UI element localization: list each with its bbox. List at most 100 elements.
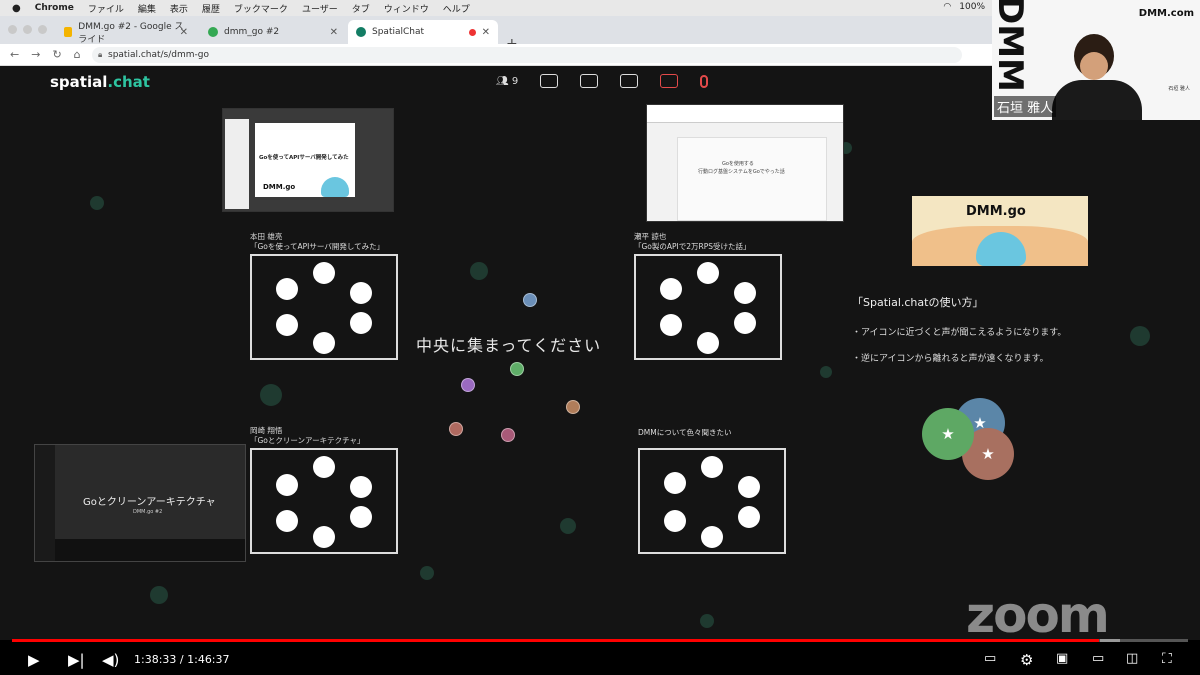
participant-avatar[interactable] — [523, 293, 537, 307]
seat[interactable] — [350, 476, 372, 498]
menu-app[interactable]: Chrome — [35, 3, 74, 13]
seat[interactable] — [313, 262, 335, 284]
video-progress-bar[interactable] — [12, 639, 1188, 642]
media-icon[interactable] — [580, 74, 599, 88]
gopher-icon — [321, 177, 349, 197]
seat[interactable] — [701, 526, 723, 548]
close-tab-icon[interactable]: ✕ — [482, 27, 490, 38]
room-honda[interactable] — [250, 254, 398, 360]
seat[interactable] — [276, 278, 298, 300]
slides-icon — [64, 27, 73, 37]
participant-avatar[interactable] — [501, 428, 515, 442]
spatial-space[interactable]: spatial.chat 👥︎ 9 Goを使ってAPIサーバ開発してみた DMM… — [0, 66, 1200, 640]
settings-icon[interactable]: ⚙ — [1020, 651, 1033, 669]
seat[interactable] — [701, 456, 723, 478]
miniplayer-icon[interactable]: ▣ — [1056, 651, 1068, 666]
shared-screen-slides[interactable]: Goを使ってAPIサーバ開発してみた DMM.go — [222, 108, 394, 212]
star-avatar-icon[interactable]: ★ — [922, 408, 974, 460]
background-dot — [420, 566, 434, 580]
brand-vertical: DMM — [992, 0, 1030, 92]
menu-edit[interactable]: 編集 — [138, 2, 156, 15]
menu-bookmarks[interactable]: ブックマーク — [234, 2, 288, 15]
howto-line-1: ・アイコンに近づくと声が聞こえるようになります。 — [852, 328, 1067, 338]
back-icon[interactable]: ← — [10, 48, 19, 61]
tab-slides[interactable]: DMM.go #2 - Google スライド ✕ — [56, 20, 196, 45]
seat[interactable] — [697, 262, 719, 284]
background-dot — [470, 262, 488, 280]
play-icon[interactable]: ▶ — [28, 651, 40, 669]
banner-text: DMM.go — [966, 204, 1026, 219]
room-dmm-qa[interactable] — [638, 448, 786, 554]
forward-icon[interactable]: → — [31, 48, 40, 61]
seat[interactable] — [313, 526, 335, 548]
slide-title: Goとクリーンアーキテクチャ — [83, 497, 216, 508]
tab-spatialchat[interactable]: SpatialChat ✕ — [348, 20, 498, 44]
duration: 1:46:37 — [187, 653, 230, 666]
background-dot — [1130, 326, 1150, 346]
menu-window[interactable]: ウィンドウ — [384, 2, 429, 15]
seat[interactable] — [313, 456, 335, 478]
menu-help[interactable]: ヘルプ — [443, 2, 470, 15]
close-window-button[interactable] — [8, 25, 17, 34]
home-icon[interactable]: ⌂ — [74, 48, 81, 61]
screen-share-icon[interactable] — [620, 74, 639, 88]
seat[interactable] — [734, 282, 756, 304]
shared-screen-clean-arch[interactable]: Goとクリーンアーキテクチャ DMM.go #2 — [34, 444, 246, 562]
youtube-share-icon[interactable] — [540, 74, 559, 88]
cast-icon[interactable]: ◫ — [1126, 651, 1138, 666]
room-sehira[interactable] — [634, 254, 782, 360]
reload-icon[interactable]: ↻ — [52, 48, 61, 61]
seat[interactable] — [276, 474, 298, 496]
subtitles-icon[interactable]: ▭ — [984, 651, 996, 666]
seat[interactable] — [350, 312, 372, 334]
menu-view[interactable]: 表示 — [170, 2, 188, 15]
background-dot — [90, 196, 104, 210]
wifi-icon[interactable]: ◠ — [943, 2, 951, 12]
mic-off-icon[interactable] — [700, 74, 709, 88]
seat[interactable] — [664, 472, 686, 494]
battery-label[interactable]: 100% — [959, 2, 985, 12]
seat[interactable] — [660, 314, 682, 336]
brand-logo: DMM.com — [1138, 8, 1194, 19]
background-dot — [820, 366, 832, 378]
camera-off-icon[interactable] — [660, 74, 679, 88]
close-tab-icon[interactable]: ✕ — [180, 27, 188, 38]
seat[interactable] — [660, 278, 682, 300]
seat[interactable] — [738, 476, 760, 498]
maximize-window-button[interactable] — [38, 25, 47, 34]
seat[interactable] — [276, 510, 298, 532]
menu-file[interactable]: ファイル — [88, 2, 124, 15]
menu-tab[interactable]: タブ — [352, 2, 370, 15]
close-tab-icon[interactable]: ✕ — [330, 27, 338, 38]
speaker-name: 石垣 雅人 — [994, 96, 1057, 117]
seat[interactable] — [350, 506, 372, 528]
seat[interactable] — [350, 282, 372, 304]
participant-avatar[interactable] — [510, 362, 524, 376]
menu-user[interactable]: ユーザー — [302, 2, 338, 15]
theater-icon[interactable]: ▭ — [1092, 651, 1104, 666]
next-icon[interactable]: ▶| — [68, 651, 85, 669]
menu-history[interactable]: 履歴 — [202, 2, 220, 15]
room-okazaki[interactable] — [250, 448, 398, 554]
participant-avatar[interactable] — [566, 400, 580, 414]
seat[interactable] — [276, 314, 298, 336]
participants-button[interactable]: 👥︎ 9 — [496, 76, 518, 87]
participant-avatar[interactable] — [461, 378, 475, 392]
shared-screen-slides-2[interactable]: Goを使用する 行動ログ基盤システムをGoでやった話 — [646, 104, 844, 222]
tab-dmm-go[interactable]: dmm_go #2 ✕ — [200, 20, 346, 44]
seat[interactable] — [697, 332, 719, 354]
logo-text-accent: .chat — [107, 73, 150, 91]
participant-avatar[interactable] — [449, 422, 463, 436]
seat[interactable] — [313, 332, 335, 354]
minimize-window-button[interactable] — [23, 25, 32, 34]
fullscreen-icon[interactable]: ⛶ — [1162, 651, 1172, 667]
spatialchat-logo: spatial.chat — [50, 73, 150, 91]
seat[interactable] — [664, 510, 686, 532]
volume-icon[interactable]: ◀) — [102, 651, 119, 669]
seat[interactable] — [734, 312, 756, 334]
time-display: 1:38:33 / 1:46:37 — [134, 653, 230, 666]
seat[interactable] — [738, 506, 760, 528]
apple-icon[interactable]: ● — [12, 3, 21, 14]
slide-thumbnails — [225, 119, 249, 209]
url-input[interactable]: 🔒︎ spatial.chat/s/dmm-go — [92, 47, 962, 63]
